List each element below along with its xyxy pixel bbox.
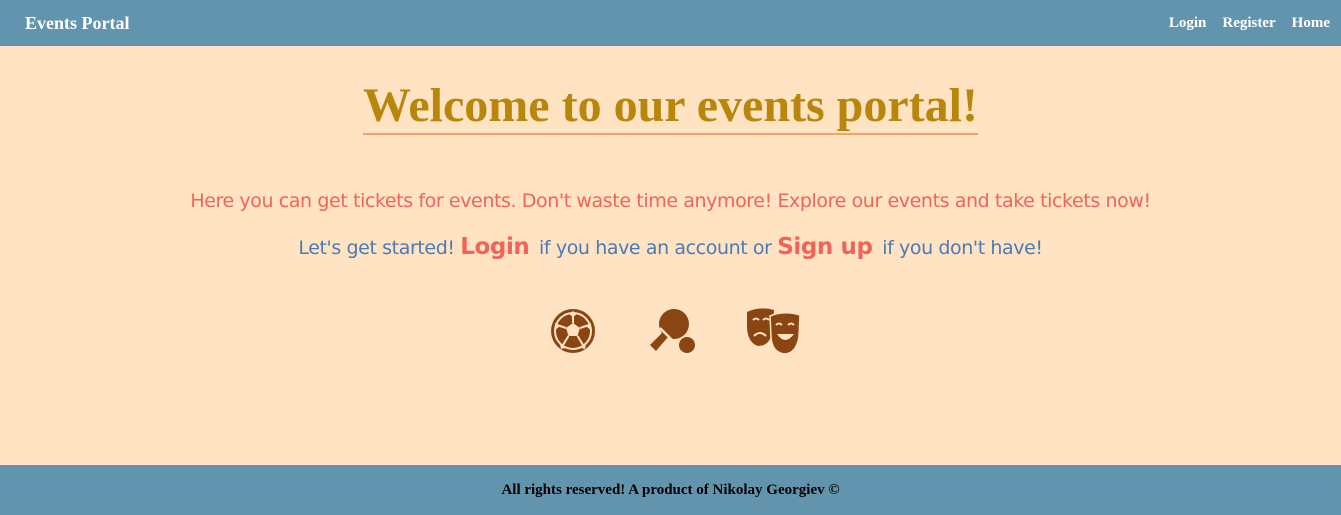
- top-navbar: Events Portal Login Register Home: [0, 0, 1341, 46]
- nav-login-link[interactable]: Login: [1169, 15, 1207, 32]
- main-content: Welcome to our events portal! Here you c…: [0, 46, 1341, 465]
- cta-suffix: if you don't have!: [882, 237, 1043, 259]
- title-wrapper: Welcome to our events portal!: [0, 80, 1341, 135]
- cta-prefix: Let's get started!: [298, 237, 455, 259]
- cta-middle: if you have an account or: [539, 237, 772, 259]
- intro-text: Here you can get tickets for events. Don…: [190, 190, 1151, 212]
- nav-register-link[interactable]: Register: [1222, 15, 1275, 32]
- page-title: Welcome to our events portal!: [363, 80, 978, 135]
- get-started-text: Let's get started! Login if you have an …: [0, 234, 1341, 260]
- footer-copyright: All rights reserved! A product of Nikola…: [501, 481, 840, 498]
- signup-link[interactable]: Sign up: [777, 234, 873, 260]
- soccer-ball-icon: [548, 306, 598, 356]
- nav-home-link[interactable]: Home: [1292, 15, 1330, 32]
- theater-masks-icon: [744, 306, 801, 356]
- nav-links: Login Register Home: [1169, 15, 1330, 32]
- event-category-icons: [0, 306, 1341, 356]
- brand-link[interactable]: Events Portal: [25, 13, 129, 34]
- login-link[interactable]: Login: [460, 234, 530, 260]
- ping-pong-paddle-icon: [646, 306, 696, 356]
- page-footer: All rights reserved! A product of Nikola…: [0, 465, 1341, 515]
